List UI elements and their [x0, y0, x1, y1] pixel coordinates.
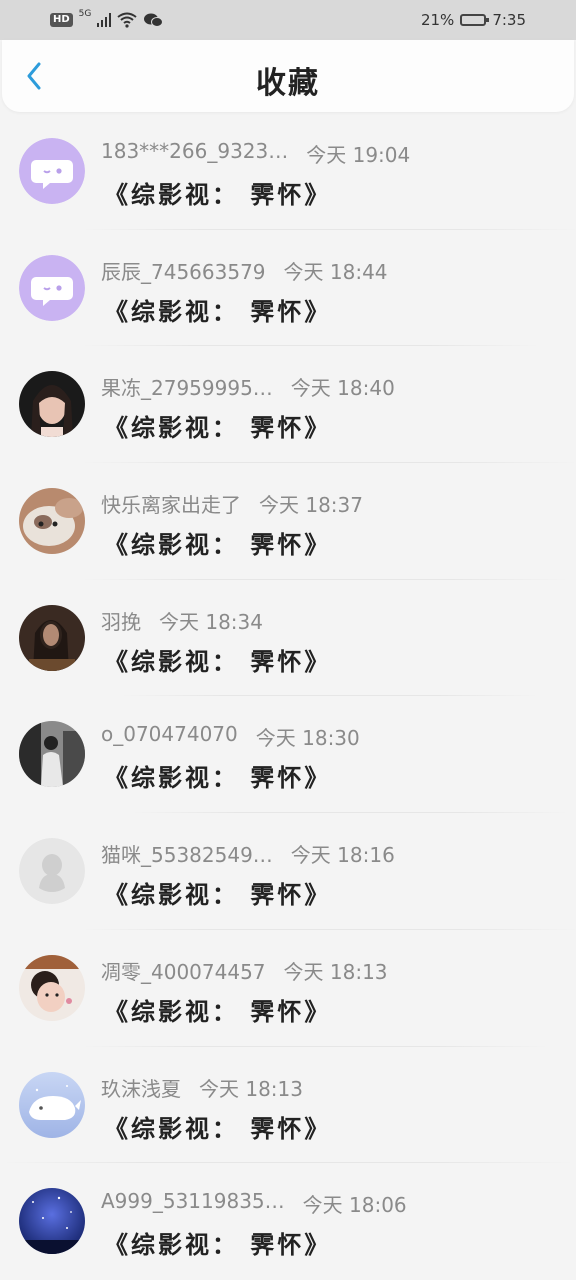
- child-photo-avatar[interactable]: [19, 954, 85, 1021]
- favorite-title[interactable]: 《综影视： 霁怀》: [104, 525, 331, 560]
- purple-chat-avatar[interactable]: [19, 254, 85, 321]
- favorite-title[interactable]: 《综影视： 霁怀》: [104, 408, 331, 443]
- list-item[interactable]: 快乐离家出走了 今天 18:37 《综影视： 霁怀》: [0, 463, 576, 580]
- whale-cartoon-avatar[interactable]: [19, 1071, 85, 1138]
- timestamp: 今天 19:04: [306, 143, 411, 167]
- starry-sky-avatar[interactable]: [19, 1188, 85, 1255]
- list-item[interactable]: 果冻_27959995… 今天 18:40 《综影视： 霁怀》: [0, 346, 576, 464]
- user-name[interactable]: 玖沫浅夏: [101, 1073, 181, 1102]
- timestamp: 今天 18:37: [259, 493, 363, 518]
- timestamp: 今天 18:13: [283, 959, 388, 984]
- wifi-icon: [117, 12, 137, 28]
- user-name[interactable]: 快乐离家出走了: [101, 489, 241, 518]
- favorite-title[interactable]: 《综影视： 霁怀》: [104, 175, 331, 210]
- user-name[interactable]: o_070474070: [101, 722, 238, 751]
- item-meta: 果冻_27959995… 今天 18:40: [101, 372, 395, 401]
- battery-percent: 21%: [420, 11, 455, 29]
- favorite-title[interactable]: 《综影视： 霁怀》: [104, 758, 331, 793]
- kitten-avatar[interactable]: [19, 488, 85, 555]
- timestamp: 今天 18:44: [283, 259, 388, 284]
- signal-icon: [97, 13, 112, 27]
- list-item[interactable]: 玖沫浅夏 今天 18:13 《综影视： 霁怀》: [0, 1047, 576, 1164]
- favorite-title[interactable]: 《综影视： 霁怀》: [104, 875, 331, 910]
- timestamp: 今天 18:13: [199, 1076, 303, 1101]
- page-title: 收藏: [256, 66, 320, 101]
- list-item[interactable]: o_070474070 今天 18:30 《综影视： 霁怀》: [0, 696, 576, 814]
- timestamp: 今天 18:34: [159, 609, 263, 634]
- list-item[interactable]: 凋零_400074457 今天 18:13 《综影视： 霁怀》: [0, 930, 576, 1047]
- favorite-title[interactable]: 《综影视： 霁怀》: [104, 1109, 331, 1144]
- list-item[interactable]: 183***266_9323… 今天 19:04 《综影视： 霁怀》: [0, 113, 576, 230]
- item-meta: 玖沫浅夏 今天 18:13: [101, 1073, 303, 1102]
- battery-icon: [460, 14, 490, 26]
- header: 收藏: [2, 40, 574, 112]
- favorite-title[interactable]: 《综影视： 霁怀》: [104, 642, 331, 677]
- favorite-title[interactable]: 《综影视： 霁怀》: [104, 992, 331, 1027]
- hd-badge: HD: [50, 13, 73, 27]
- network-type: 5G: [78, 9, 92, 19]
- dark-portrait-avatar[interactable]: [19, 604, 85, 671]
- timestamp: 今天 18:30: [255, 726, 360, 751]
- bw-photo-avatar[interactable]: [19, 721, 85, 788]
- item-meta: 快乐离家出走了 今天 18:37: [101, 489, 363, 518]
- list-item[interactable]: 辰辰_745663579 今天 18:44 《综影视： 霁怀》: [0, 230, 576, 347]
- user-name[interactable]: A999_53119835…: [101, 1189, 285, 1218]
- user-name[interactable]: 凋零_400074457: [101, 956, 266, 985]
- purple-chat-avatar[interactable]: [19, 138, 85, 204]
- clock: 7:35: [492, 11, 526, 29]
- favorites-list: 183***266_9323… 今天 19:04 《综影视： 霁怀》 辰辰_74566…: [0, 113, 576, 1280]
- status-bar: HD 5G 21% 7:35: [0, 0, 576, 40]
- item-meta: 辰辰_745663579 今天 18:44: [101, 256, 388, 285]
- item-meta: 猫咪_55382549… 今天 18:16: [101, 839, 395, 868]
- item-meta: 凋零_400074457 今天 18:13: [101, 956, 388, 985]
- default-penguin-avatar[interactable]: [19, 838, 85, 905]
- item-meta: 183***266_9323… 今天 19:04: [101, 139, 410, 168]
- user-name[interactable]: 猫咪_55382549…: [101, 839, 273, 868]
- timestamp: 今天 18:40: [290, 376, 395, 401]
- user-name[interactable]: 辰辰_745663579: [101, 256, 266, 285]
- wechat-icon: [144, 13, 164, 27]
- item-meta: o_070474070 今天 18:30: [101, 722, 360, 751]
- status-right: 21% 7:35: [421, 11, 526, 29]
- girl-portrait-avatar[interactable]: [19, 371, 85, 438]
- item-meta: A999_53119835… 今天 18:06: [101, 1189, 407, 1218]
- list-item[interactable]: A999_53119835… 今天 18:06 《综影视： 霁怀》: [0, 1163, 576, 1280]
- favorite-title[interactable]: 《综影视： 霁怀》: [104, 292, 331, 327]
- item-meta: 羽挽 今天 18:34: [101, 606, 263, 635]
- timestamp: 今天 18:06: [302, 1193, 407, 1218]
- list-item[interactable]: 羽挽 今天 18:34 《综影视： 霁怀》: [0, 580, 576, 697]
- list-item[interactable]: 猫咪_55382549… 今天 18:16 《综影视： 霁怀》: [0, 813, 576, 930]
- user-name[interactable]: 183***266_9323…: [101, 139, 288, 168]
- status-left: HD 5G: [50, 9, 164, 28]
- favorite-title[interactable]: 《综影视： 霁怀》: [104, 1225, 331, 1260]
- timestamp: 今天 18:16: [290, 843, 395, 868]
- user-name[interactable]: 羽挽: [101, 606, 141, 635]
- user-name[interactable]: 果冻_27959995…: [101, 372, 273, 401]
